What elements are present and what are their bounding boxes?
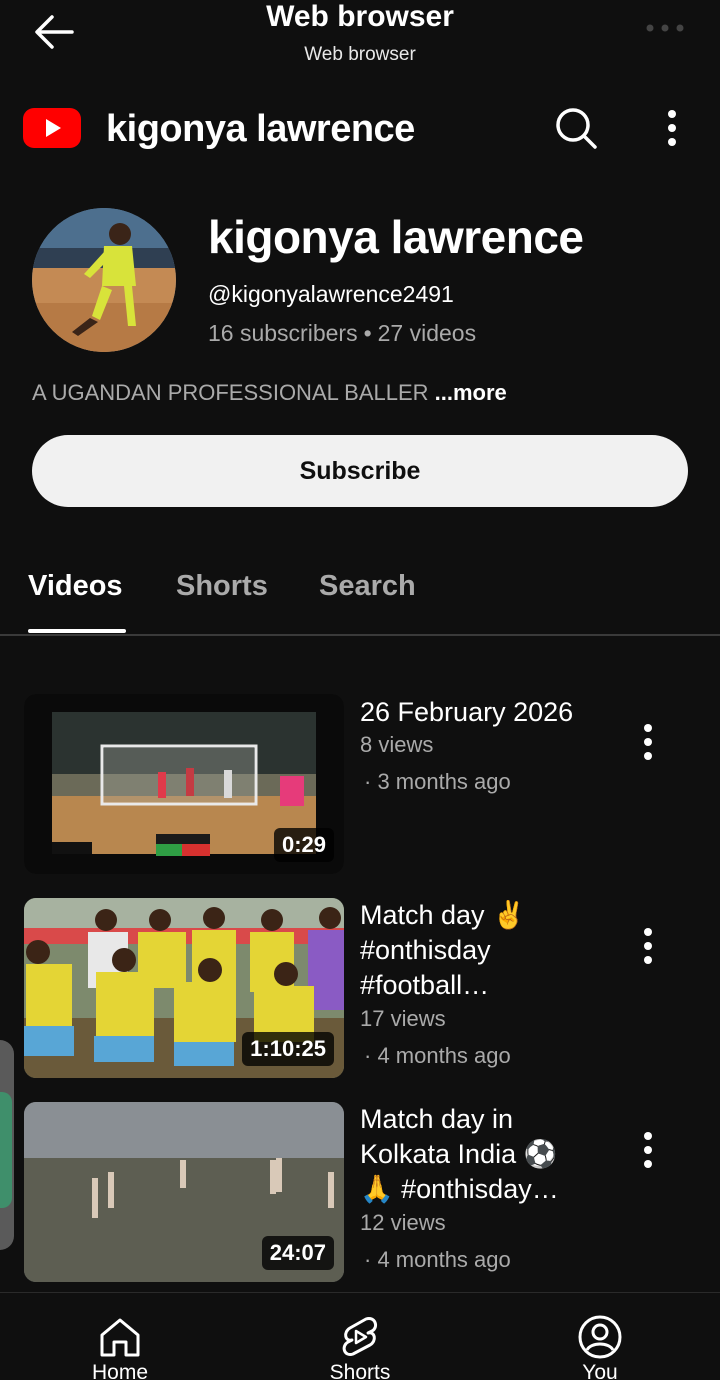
- nav-shorts-label: Shorts: [329, 1361, 391, 1380]
- browser-title: Web browser: [266, 0, 454, 33]
- channel-description[interactable]: A UGANDAN PROFESSIONAL BALLER ...more: [32, 380, 507, 406]
- edge-panel-indicator: [0, 1092, 12, 1208]
- video-thumbnail[interactable]: 1:10:25: [24, 898, 344, 1078]
- video-thumbnail[interactable]: 0:29: [24, 694, 344, 874]
- video-age: · 4 months ago: [364, 1247, 511, 1272]
- video-count: 27 videos: [377, 320, 477, 346]
- channel-avatar[interactable]: [32, 208, 176, 352]
- tab-shorts[interactable]: Shorts: [176, 570, 268, 603]
- more-link[interactable]: ...more: [435, 380, 507, 405]
- channel-tabs: Videos Shorts Search: [0, 540, 720, 636]
- more-vertical-icon[interactable]: [636, 1130, 660, 1170]
- nav-you[interactable]: You: [530, 1293, 670, 1380]
- nav-home-label: Home: [91, 1361, 149, 1380]
- video-title[interactable]: Match day in Kolkata India ⚽ 🙏 #onthisda…: [360, 1102, 590, 1207]
- channel-handle: @kigonyalawrence2491: [208, 281, 454, 307]
- video-duration: 1:10:25: [242, 1032, 334, 1066]
- shorts-icon: [342, 1317, 378, 1356]
- browser-title-bar: Web browser Web browser: [0, 0, 720, 80]
- browser-subtitle: Web browser: [304, 44, 416, 65]
- subscriber-count: 16 subscribers: [208, 320, 358, 346]
- video-age: · 4 months ago: [364, 1043, 511, 1068]
- stats-separator: •: [363, 320, 372, 346]
- video-views: 12 views: [360, 1210, 446, 1235]
- active-tab-indicator: [28, 629, 126, 633]
- home-icon: [100, 1318, 140, 1357]
- video-views: 8 views: [360, 732, 434, 757]
- nav-you-label: You: [582, 1361, 618, 1380]
- channel-name: kigonya lawrence: [208, 211, 584, 263]
- description-text: A UGANDAN PROFESSIONAL BALLER: [32, 380, 435, 405]
- search-icon[interactable]: [554, 106, 598, 150]
- more-horizontal-icon[interactable]: [644, 18, 686, 38]
- youtube-header: kigonya lawrence: [0, 80, 720, 180]
- video-title[interactable]: Match day ✌️ #onthisday #football…: [360, 898, 590, 1003]
- more-vertical-icon[interactable]: [636, 926, 660, 966]
- video-item[interactable]: 0:29 26 February 2026 8 views · 3 months…: [0, 694, 720, 876]
- video-item[interactable]: 24:07 Match day in Kolkata India ⚽ 🙏 #on…: [0, 1102, 720, 1284]
- tab-search[interactable]: Search: [319, 570, 416, 603]
- video-views: 17 views: [360, 1006, 446, 1031]
- account-icon: [578, 1315, 622, 1359]
- subscribe-button[interactable]: Subscribe: [32, 435, 688, 507]
- video-duration: 24:07: [261, 1236, 334, 1270]
- channel-stats: 16 subscribers • 27 videos: [208, 320, 476, 347]
- video-item[interactable]: 1:10:25 Match day ✌️ #onthisday #footbal…: [0, 898, 720, 1080]
- video-thumbnail[interactable]: 24:07: [24, 1102, 344, 1282]
- nav-home[interactable]: Home: [50, 1293, 190, 1380]
- header-channel-title: kigonya lawrence: [106, 108, 415, 150]
- video-duration: 0:29: [273, 828, 334, 862]
- youtube-logo[interactable]: [23, 107, 81, 149]
- more-vertical-icon[interactable]: [636, 722, 660, 762]
- nav-shorts[interactable]: Shorts: [290, 1293, 430, 1380]
- more-vertical-icon[interactable]: [660, 108, 684, 148]
- tab-videos[interactable]: Videos: [28, 570, 123, 603]
- bottom-navigation: Home Shorts You: [0, 1292, 720, 1380]
- video-age: · 3 months ago: [364, 769, 511, 794]
- video-title[interactable]: 26 February 2026: [360, 695, 590, 730]
